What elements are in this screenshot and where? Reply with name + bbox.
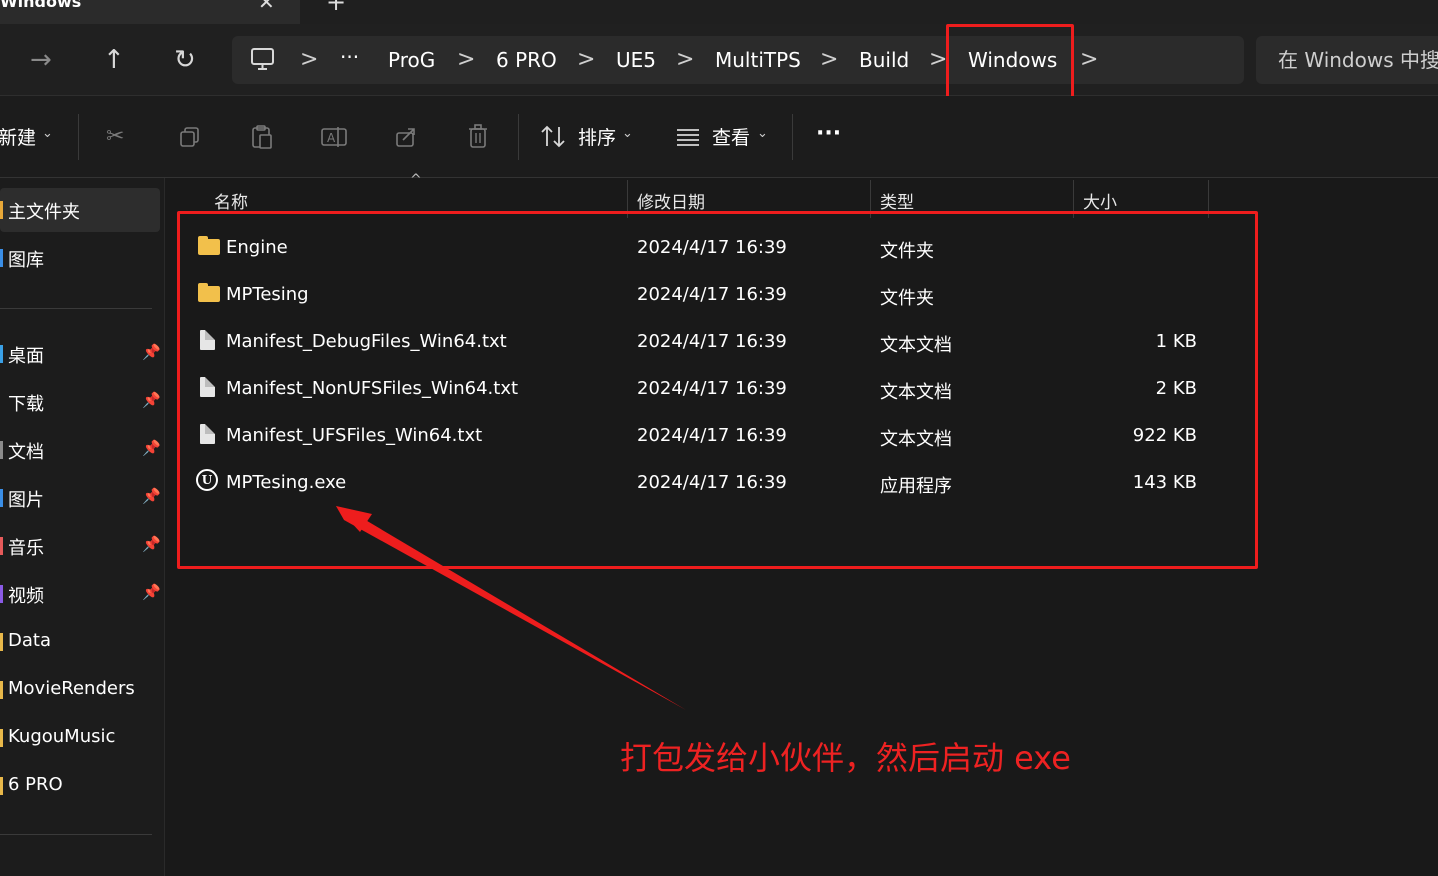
annotation-text: 打包发给小伙伴，然后启动 exe (620, 739, 1071, 777)
